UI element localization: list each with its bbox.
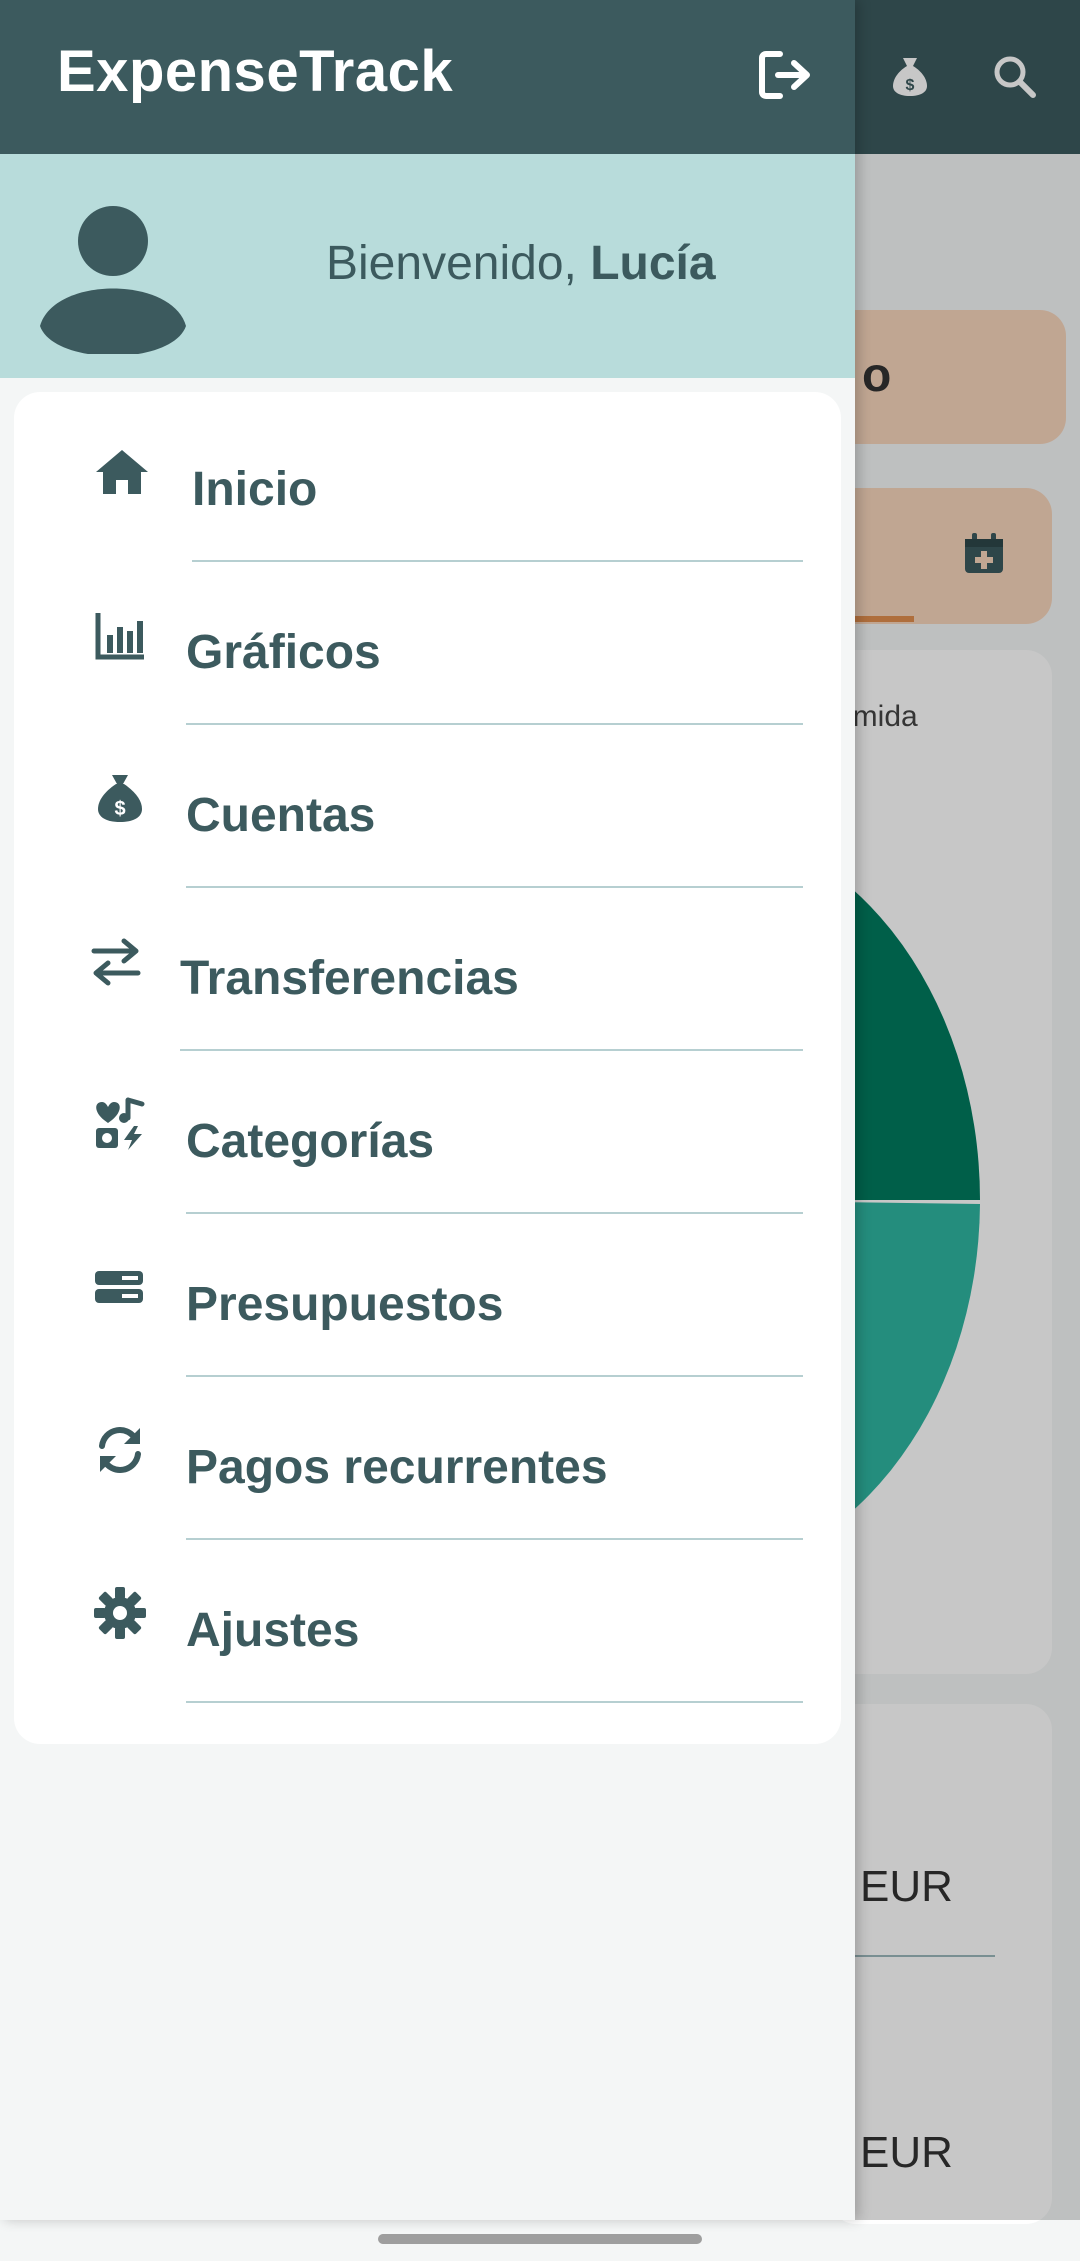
- menu-item-label: Gráficos: [186, 626, 381, 679]
- menu-item-label: Categorías: [186, 1115, 435, 1168]
- gear-icon: [94, 1587, 146, 1639]
- drawer-scrim[interactable]: [855, 0, 1080, 2220]
- navigation-drawer: ExpenseTrack Bienvenido, Lucía Inicio Gr…: [0, 0, 855, 2220]
- user-name: Lucía: [590, 237, 716, 290]
- menu-item-label: Inicio: [192, 463, 318, 516]
- menu-item-presupuestos[interactable]: Presupuestos: [14, 1207, 841, 1377]
- logout-icon[interactable]: [756, 48, 816, 102]
- welcome-message: Bienvenido, Lucía: [326, 236, 716, 291]
- home-indicator[interactable]: [378, 2234, 702, 2244]
- menu-item-label: Cuentas: [186, 789, 376, 842]
- profile-header: Bienvenido, Lucía: [0, 154, 855, 378]
- menu-item-label: Ajustes: [186, 1604, 360, 1657]
- menu-item-categorias[interactable]: Categorías: [14, 1044, 841, 1214]
- menu-item-label: Transferencias: [180, 952, 519, 1005]
- menu-card: Inicio Gráficos $ Cuentas Transferencias…: [14, 392, 841, 1744]
- menu-item-transferencias[interactable]: Transferencias: [14, 881, 841, 1051]
- menu-item-cuentas[interactable]: $ Cuentas: [14, 718, 841, 888]
- home-icon: [96, 450, 148, 494]
- money-bag-icon: $: [98, 775, 142, 822]
- menu-item-label: Pagos recurrentes: [186, 1441, 608, 1494]
- app-bar: ExpenseTrack: [0, 0, 855, 154]
- recurring-icon: [99, 1427, 141, 1473]
- menu-item-graficos[interactable]: Gráficos: [14, 555, 841, 725]
- budget-icon: [95, 1271, 143, 1303]
- transfer-icon: [91, 938, 141, 986]
- menu-item-label: Presupuestos: [186, 1278, 504, 1331]
- welcome-greeting: Bienvenido,: [326, 237, 577, 290]
- chart-icon: [95, 613, 144, 660]
- svg-text:$: $: [114, 798, 125, 820]
- avatar-icon: [40, 206, 186, 354]
- menu-item-pagos-recurrentes[interactable]: Pagos recurrentes: [14, 1370, 841, 1540]
- menu-item-inicio[interactable]: Inicio: [14, 392, 841, 562]
- menu-item-ajustes[interactable]: Ajustes: [14, 1533, 841, 1703]
- app-title: ExpenseTrack: [57, 39, 454, 104]
- menu-divider: [186, 1701, 803, 1703]
- categories-icon: [96, 1097, 145, 1150]
